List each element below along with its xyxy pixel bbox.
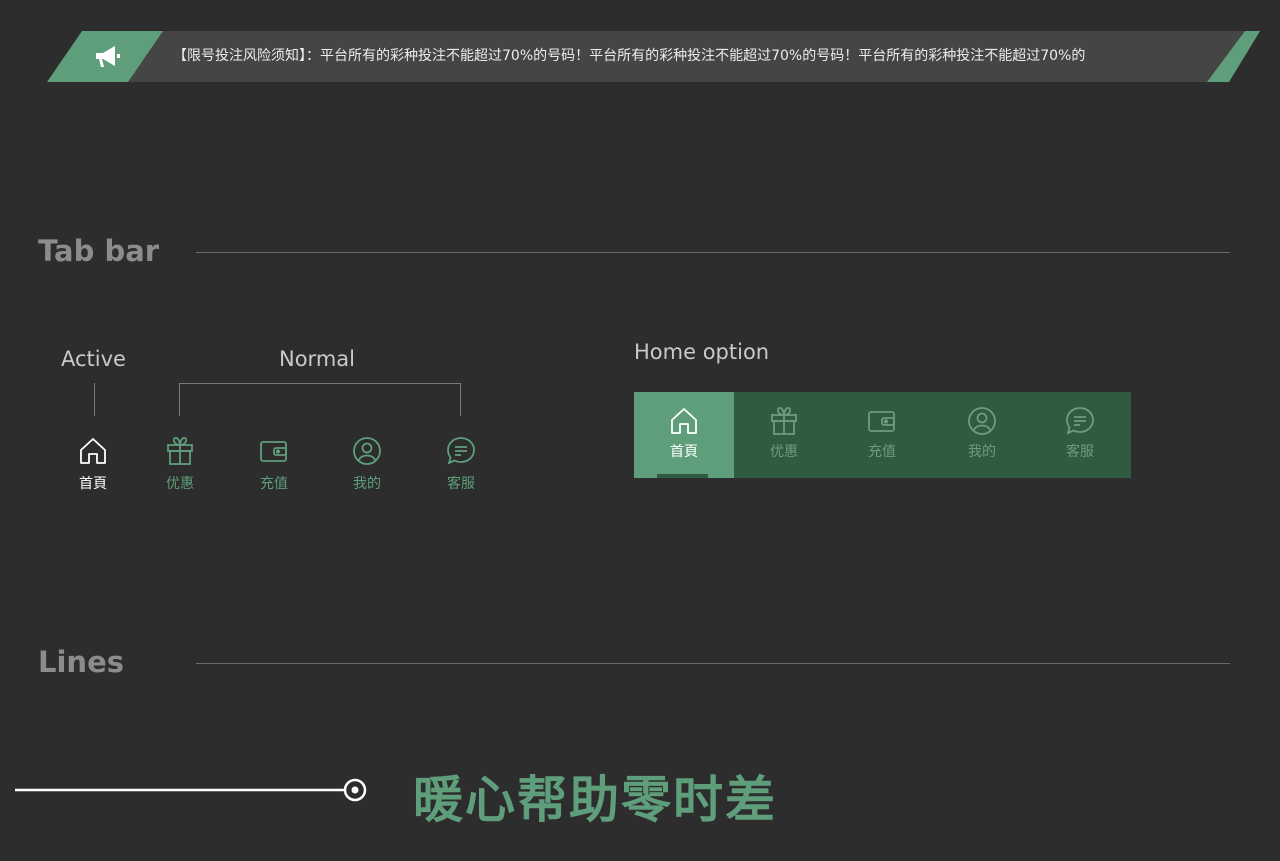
tab-label: 优惠 — [770, 444, 798, 460]
wallet-icon — [260, 441, 287, 462]
section-divider — [196, 663, 1230, 664]
tab-deposit[interactable]: 充值 — [242, 436, 306, 493]
chat-icon — [1066, 407, 1094, 435]
user-icon — [353, 437, 381, 465]
notice-text: 【限号投注风险须知】：平台所有的彩种投注不能超过70%的号码！平台所有的彩种投注… — [173, 48, 1086, 64]
active-label: Active — [61, 347, 126, 371]
home-icon — [80, 438, 106, 464]
tab-profile[interactable]: 我的 — [950, 406, 1014, 461]
normal-bracket — [179, 383, 461, 384]
home-icon — [671, 408, 697, 434]
tab-label: 客服 — [447, 476, 475, 492]
chat-icon — [447, 437, 475, 465]
section-title-tab-bar: Tab bar — [38, 234, 160, 268]
normal-label: Normal — [279, 347, 355, 371]
tab-profile[interactable]: 我的 — [335, 436, 399, 493]
wallet-icon — [868, 411, 895, 432]
slogan-text: 暖心帮助零时差 — [413, 771, 777, 829]
notice-bar[interactable]: 【限号投注风险须知】：平台所有的彩种投注不能超过70%的号码！平台所有的彩种投注… — [47, 31, 1260, 82]
tab-home[interactable]: 首頁 — [652, 406, 716, 461]
tab-support[interactable]: 客服 — [429, 436, 493, 493]
tab-deposit[interactable]: 充值 — [850, 406, 914, 461]
home-tab-bar: 首頁 优惠 充值 我的 客服 — [634, 392, 1131, 478]
gift-icon — [167, 436, 193, 465]
tab-promotions[interactable]: 优惠 — [148, 436, 212, 493]
tab-label: 充值 — [260, 476, 288, 492]
tab-label: 首頁 — [670, 444, 698, 460]
normal-bracket-left — [179, 383, 180, 416]
tab-support[interactable]: 客服 — [1048, 406, 1112, 461]
home-option-title: Home option — [634, 340, 770, 364]
tab-promotions[interactable]: 优惠 — [752, 406, 816, 461]
tab-label: 充值 — [868, 444, 896, 460]
normal-bracket-right — [460, 383, 461, 416]
tab-label: 我的 — [968, 444, 996, 460]
gift-icon — [771, 406, 797, 435]
user-icon — [968, 407, 996, 435]
tab-home[interactable]: 首頁 — [61, 436, 125, 493]
decorative-line — [15, 778, 367, 802]
tab-label: 客服 — [1066, 444, 1094, 460]
active-pointer-line — [94, 383, 95, 416]
section-title-lines: Lines — [38, 645, 124, 679]
section-divider — [196, 252, 1230, 253]
tab-label: 首頁 — [79, 476, 107, 492]
tab-label: 优惠 — [166, 476, 194, 492]
active-tab-indicator — [657, 474, 708, 478]
megaphone-icon — [96, 46, 120, 67]
tab-label: 我的 — [353, 476, 381, 492]
